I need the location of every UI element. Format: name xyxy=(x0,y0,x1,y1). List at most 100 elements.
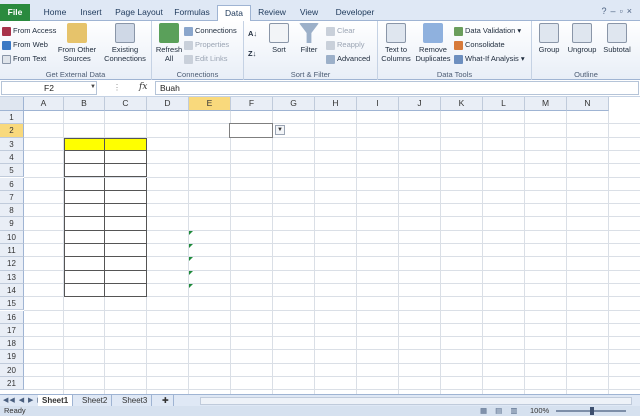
row-header[interactable]: 13 xyxy=(0,270,24,284)
row-header[interactable]: 1 xyxy=(0,111,24,125)
column-header[interactable]: D xyxy=(147,97,189,111)
sort-button[interactable]: Sort xyxy=(266,23,292,54)
insert-function-icon[interactable]: fx xyxy=(139,82,147,92)
row-header[interactable]: 20 xyxy=(0,363,24,377)
from-access-button[interactable]: From Access xyxy=(2,24,56,37)
zoom-level[interactable]: 100% xyxy=(530,406,549,416)
table-cell[interactable] xyxy=(64,257,105,271)
row-header[interactable]: 21 xyxy=(0,377,24,391)
tab-page-layout[interactable]: Page Layout xyxy=(112,5,166,21)
table-cell[interactable] xyxy=(64,204,105,218)
properties-button[interactable]: Properties xyxy=(184,38,229,51)
sort-z-a-button[interactable]: Z↓ xyxy=(248,47,256,60)
table-cell[interactable] xyxy=(105,150,147,165)
zoom-slider-thumb[interactable] xyxy=(590,407,594,415)
column-header[interactable]: K xyxy=(441,97,483,111)
column-header[interactable]: J xyxy=(399,97,441,111)
row-header[interactable]: 7 xyxy=(0,190,24,205)
table-cell[interactable] xyxy=(105,190,147,205)
row-header[interactable]: 17 xyxy=(0,323,24,338)
cell-d[interactable] xyxy=(147,257,189,270)
table-cell[interactable] xyxy=(64,150,105,165)
sort-a-z-button[interactable]: A↓ xyxy=(248,27,257,40)
row-header[interactable]: 5 xyxy=(0,164,24,178)
tab-view[interactable]: View xyxy=(294,5,324,21)
minimize-icon[interactable]: – xyxy=(611,6,620,16)
cell-f[interactable] xyxy=(231,217,273,230)
cell-d[interactable] xyxy=(147,178,189,191)
table-cell[interactable] xyxy=(64,283,105,298)
row-header[interactable]: 9 xyxy=(0,217,24,231)
table-cell[interactable] xyxy=(105,257,147,271)
selected-cell-f2[interactable] xyxy=(229,123,273,138)
row-header[interactable]: 3 xyxy=(0,137,24,151)
cell-e-error[interactable] xyxy=(189,284,231,297)
connections-button[interactable]: Connections xyxy=(184,24,237,37)
row-header[interactable]: 2 xyxy=(0,124,24,138)
cell-e-error[interactable] xyxy=(189,231,231,244)
column-header[interactable]: G xyxy=(273,97,315,111)
row-header[interactable]: 8 xyxy=(0,204,24,218)
tab-developer[interactable]: Developer xyxy=(330,5,380,21)
group-button[interactable]: Group xyxy=(534,23,564,54)
cell-e-error[interactable] xyxy=(189,257,231,270)
sheet-tab-3[interactable]: Sheet3 xyxy=(118,395,153,406)
column-header[interactable]: H xyxy=(315,97,357,111)
from-text-button[interactable]: From Text xyxy=(2,52,46,65)
table-cell[interactable] xyxy=(105,177,147,191)
table-cell[interactable] xyxy=(105,204,147,218)
column-header[interactable]: M xyxy=(525,97,567,111)
column-header[interactable]: F xyxy=(231,97,273,111)
row-header[interactable]: 4 xyxy=(0,150,24,165)
table-cell[interactable] xyxy=(105,230,147,244)
cell-d[interactable] xyxy=(147,284,189,297)
row-header[interactable]: 11 xyxy=(0,244,24,258)
worksheet-grid[interactable]: A B C D E F G H I J K L M N 1 2 3 4 5 6 7 8 9 10 11 12 13 14 15 16 17 1… xyxy=(0,97,640,394)
cell-d[interactable] xyxy=(147,204,189,217)
reapply-button[interactable]: Reapply xyxy=(326,38,365,51)
column-header[interactable]: A xyxy=(24,97,64,111)
row-header[interactable]: 19 xyxy=(0,350,24,364)
cell-f[interactable] xyxy=(231,178,273,191)
tab-home[interactable]: Home xyxy=(38,5,72,21)
row-header[interactable]: 10 xyxy=(0,230,24,244)
ungroup-button[interactable]: Ungroup xyxy=(566,23,598,54)
cell-d[interactable] xyxy=(147,231,189,244)
row-header[interactable]: 14 xyxy=(0,283,24,298)
name-box[interactable]: F2 xyxy=(1,81,97,95)
cell-e-error[interactable] xyxy=(189,271,231,284)
cell-f[interactable] xyxy=(231,164,273,177)
horizontal-scrollbar[interactable] xyxy=(200,397,632,405)
help-icon[interactable]: ? xyxy=(602,6,611,16)
tab-data[interactable]: Data xyxy=(217,5,251,22)
cell-e[interactable] xyxy=(189,151,231,164)
dropdown-arrow-icon[interactable]: ▼ xyxy=(275,125,285,136)
restore-icon[interactable]: ▫ xyxy=(620,6,627,16)
table-cell[interactable] xyxy=(64,270,105,284)
table-cell[interactable] xyxy=(105,164,147,178)
table-header-nama[interactable] xyxy=(64,137,105,151)
column-header[interactable]: B xyxy=(64,97,105,111)
subtotal-button[interactable]: Subtotal xyxy=(600,23,634,54)
table-cell[interactable] xyxy=(64,217,105,231)
edit-links-button[interactable]: Edit Links xyxy=(184,52,228,65)
column-header[interactable]: E xyxy=(189,97,231,111)
window-controls[interactable]: ?–▫× xyxy=(602,6,637,16)
filter-button[interactable]: Filter xyxy=(296,23,322,54)
table-cell[interactable] xyxy=(64,230,105,244)
table-cell[interactable] xyxy=(64,244,105,258)
row-header[interactable]: 12 xyxy=(0,257,24,271)
insert-sheet-icon[interactable]: ✚ xyxy=(158,395,174,406)
table-cell[interactable] xyxy=(105,244,147,258)
cell-e[interactable] xyxy=(189,164,231,177)
table-cell[interactable] xyxy=(105,217,147,231)
text-to-columns-button[interactable]: Text to Columns xyxy=(380,23,412,63)
chevron-down-icon[interactable]: ▼ xyxy=(90,84,96,90)
column-header[interactable]: I xyxy=(357,97,399,111)
view-mode-icons[interactable]: ▦ ▤ ▥ xyxy=(480,406,520,416)
row-header[interactable]: 18 xyxy=(0,337,24,351)
table-cell[interactable] xyxy=(64,164,105,178)
refresh-all-button[interactable]: Refresh All xyxy=(154,23,184,63)
close-icon[interactable]: × xyxy=(627,6,636,16)
sheet-tab-1[interactable]: Sheet1 xyxy=(38,395,74,406)
